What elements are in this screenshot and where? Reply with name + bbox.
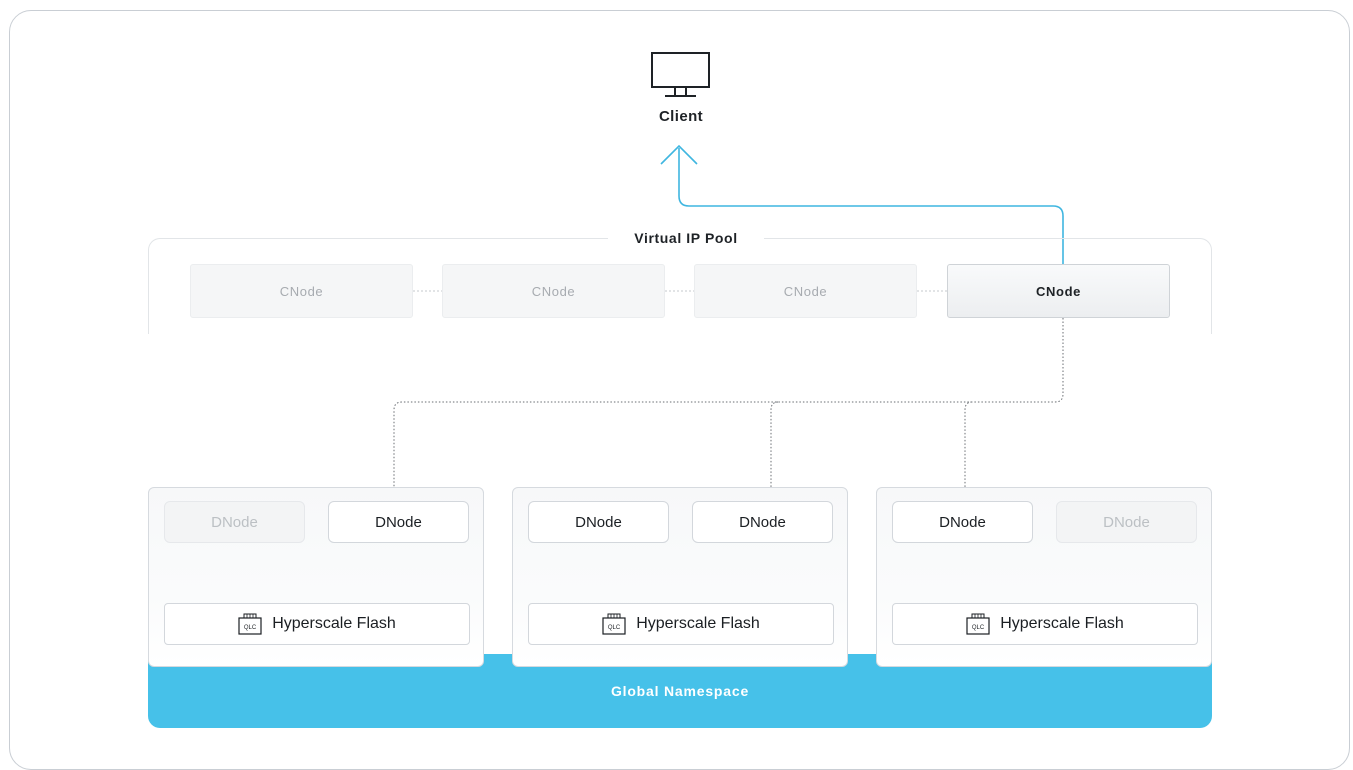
hyperscale-flash-label: Hyperscale Flash — [1000, 615, 1124, 632]
cnode-2: CNode — [442, 264, 665, 318]
dnode-1-1: DNode — [164, 501, 305, 543]
qlc-chip-icon: QLC — [966, 613, 990, 635]
cnode-to-dnode-path — [393, 318, 1064, 501]
dnode-1-2: DNode — [328, 501, 469, 543]
qlc-chip-icon: QLC — [238, 613, 262, 635]
qlc-chip-text: QLC — [972, 625, 985, 631]
hyperscale-flash-label: Hyperscale Flash — [272, 615, 396, 632]
qlc-chip-text: QLC — [608, 625, 621, 631]
dnode-2-1: DNode — [528, 501, 669, 543]
hyperscale-flash-1: QLC Hyperscale Flash — [164, 603, 470, 645]
monitor-icon — [651, 52, 711, 98]
virtual-ip-pool-label: Virtual IP Pool — [608, 230, 764, 246]
dnode-2-2: DNode — [692, 501, 833, 543]
qlc-chip-text: QLC — [244, 625, 257, 631]
hyperscale-flash-3: QLC Hyperscale Flash — [892, 603, 1198, 645]
global-namespace-label: Global Namespace — [610, 683, 750, 699]
cnode-1: CNode — [190, 264, 413, 318]
client-label: Client — [658, 108, 704, 125]
hyperscale-flash-2: QLC Hyperscale Flash — [528, 603, 834, 645]
cnode-3: CNode — [694, 264, 917, 318]
hyperscale-flash-label: Hyperscale Flash — [636, 615, 760, 632]
qlc-chip-icon: QLC — [602, 613, 626, 635]
cnode-4-active: CNode — [947, 264, 1170, 318]
dnode-3-2: DNode — [1056, 501, 1197, 543]
dnode-3-1: DNode — [892, 501, 1033, 543]
